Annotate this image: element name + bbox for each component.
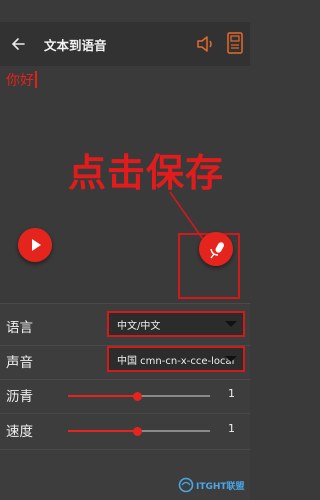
voice-select-value: 中国 cmn-cn-x-cce-local bbox=[117, 355, 235, 367]
microphone-icon bbox=[210, 242, 224, 259]
divider bbox=[0, 303, 250, 304]
speed-slider-fill bbox=[68, 430, 138, 432]
divider bbox=[0, 379, 250, 380]
speed-slider-thumb[interactable] bbox=[133, 426, 143, 436]
watermark-icon bbox=[178, 477, 194, 493]
language-select[interactable]: 中文/中文 bbox=[107, 311, 245, 337]
voice-label: 声音 bbox=[6, 355, 33, 371]
pitch-label: 沥青 bbox=[6, 389, 33, 405]
microphone-button[interactable] bbox=[199, 232, 233, 266]
language-label: 语言 bbox=[6, 320, 33, 336]
pitch-slider-fill bbox=[68, 395, 138, 397]
divider bbox=[0, 413, 250, 414]
pitch-slider-thumb[interactable] bbox=[133, 391, 143, 401]
pitch-slider[interactable] bbox=[68, 391, 210, 401]
play-icon bbox=[32, 239, 41, 251]
speed-value: 1 bbox=[228, 422, 235, 435]
language-select-value: 中文/中文 bbox=[117, 320, 161, 332]
chevron-down-icon bbox=[225, 356, 237, 362]
chevron-down-icon bbox=[225, 321, 237, 327]
watermark-text: ITGHT联盟 bbox=[196, 481, 245, 492]
speed-slider[interactable] bbox=[68, 426, 210, 436]
pitch-value: 1 bbox=[228, 387, 235, 400]
play-button[interactable] bbox=[18, 228, 52, 262]
divider bbox=[0, 449, 250, 450]
speed-label: 速度 bbox=[6, 424, 33, 440]
settings-panel: 语言 中文/中文 声音 中国 cmn-cn-x-cce-local 沥青 1 速… bbox=[0, 303, 250, 500]
voice-select[interactable]: 中国 cmn-cn-x-cce-local bbox=[107, 346, 245, 372]
watermark-logo: ITGHT联盟 bbox=[178, 474, 248, 496]
